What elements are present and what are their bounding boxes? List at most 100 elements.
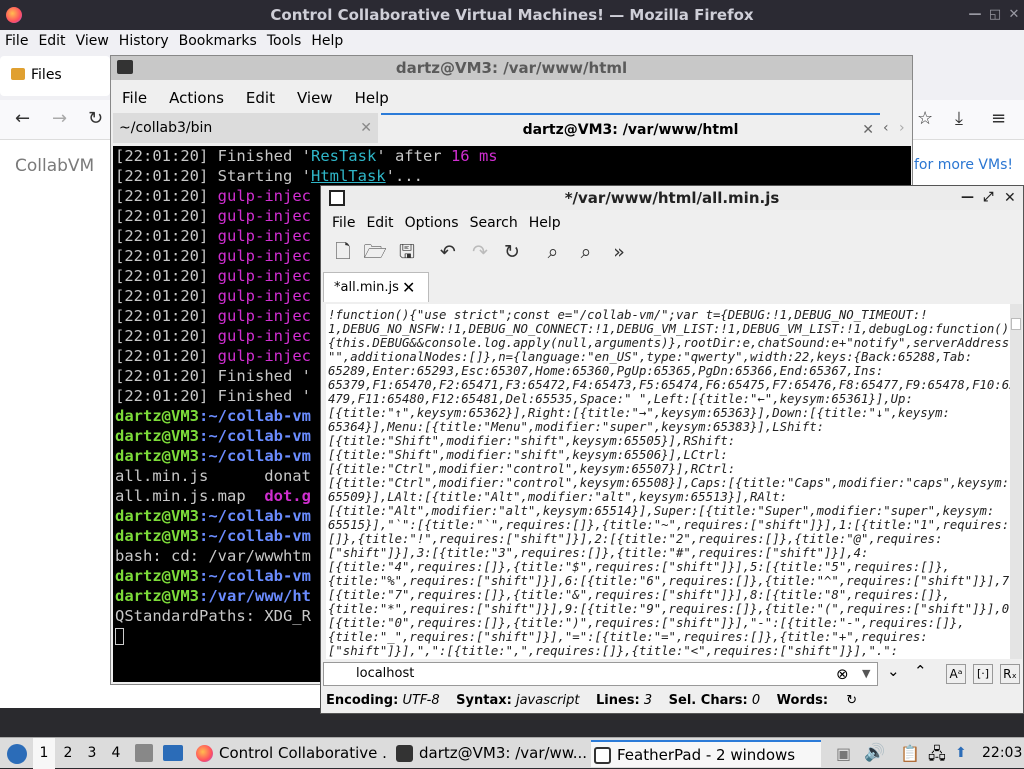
- fp-menu-file[interactable]: File: [321, 212, 355, 234]
- hamburger-menu-icon[interactable]: ≡: [991, 108, 1006, 129]
- menu-help[interactable]: Help: [306, 30, 348, 52]
- code-line: [{title:"Alt",modifier:"alt",keysym:6551…: [328, 504, 995, 518]
- close-tab-icon[interactable]: ✕: [862, 115, 874, 145]
- firefox-icon: [196, 745, 213, 762]
- terminal-tab-1[interactable]: ~/collab3/bin ✕: [113, 113, 378, 143]
- menu-view[interactable]: View: [71, 30, 114, 52]
- close-tab-icon[interactable]: ✕: [402, 273, 415, 303]
- more-vms-link[interactable]: for more VMs!: [914, 157, 1013, 173]
- more-tools-icon[interactable]: »: [607, 240, 631, 264]
- maximize-icon[interactable]: ⤢: [983, 186, 993, 210]
- firefox-tab[interactable]: Files: [0, 56, 110, 96]
- terminal-menu-file[interactable]: File: [111, 84, 158, 112]
- firefox-icon: [6, 7, 22, 23]
- code-editor[interactable]: !function(){"use strict";const e="/colla…: [326, 304, 1010, 659]
- reload-icon[interactable]: ↻: [88, 108, 103, 129]
- open-folder-icon[interactable]: 🗁: [363, 240, 387, 264]
- show-desktop-icon[interactable]: [163, 745, 183, 761]
- code-line: 479,F11:65480,F12:65481,Del:65535,Space:…: [328, 392, 913, 406]
- volume-icon[interactable]: 🔊: [864, 738, 885, 769]
- featherpad-tab[interactable]: *all.min.js ✕: [323, 272, 429, 302]
- reload-icon[interactable]: ↻: [500, 240, 524, 264]
- menu-history[interactable]: History: [114, 30, 174, 52]
- featherpad-titlebar: */var/www/html/all.min.js — ⤢ ✕: [321, 186, 1023, 210]
- workspace-4[interactable]: 4: [106, 738, 126, 769]
- save-icon[interactable]: 🖫: [395, 240, 419, 264]
- featherpad-window-title: */var/www/html/all.min.js: [564, 189, 780, 207]
- redo-icon[interactable]: ↷: [468, 240, 492, 264]
- task-featherpad[interactable]: FeatherPad - 2 windows: [591, 740, 821, 767]
- forward-icon[interactable]: →: [52, 108, 67, 129]
- file-manager-icon[interactable]: [135, 744, 153, 762]
- workspace-2[interactable]: 2: [58, 738, 78, 769]
- back-icon[interactable]: ←: [15, 108, 30, 129]
- task-firefox[interactable]: Control Collaborative ...: [193, 740, 388, 767]
- terminal-tabbar: ~/collab3/bin ✕ dartz@VM3: /var/www/html…: [111, 113, 912, 143]
- undo-icon[interactable]: ↶: [436, 240, 460, 264]
- search-input[interactable]: localhost ⊗ ▼: [323, 662, 878, 686]
- download-icon[interactable]: ⤓: [955, 108, 963, 129]
- updates-icon[interactable]: ⬆: [955, 738, 967, 769]
- maximize-icon[interactable]: ◱: [985, 0, 1005, 30]
- search-history-dropdown-icon[interactable]: ▼: [862, 663, 870, 685]
- whole-word-icon[interactable]: [·]: [973, 664, 993, 684]
- terminal-line: [22:01:20] Starting 'HtmlTask'...: [115, 167, 423, 185]
- menu-edit[interactable]: Edit: [33, 30, 70, 52]
- menu-tools[interactable]: Tools: [262, 30, 307, 52]
- page-brand[interactable]: CollabVM: [15, 156, 94, 176]
- terminal-menu-actions[interactable]: Actions: [158, 84, 235, 112]
- folder-icon: [11, 68, 25, 80]
- close-tab-icon[interactable]: ✕: [360, 113, 372, 143]
- vertical-scrollbar[interactable]: [1010, 304, 1022, 659]
- workspace-1[interactable]: 1: [33, 738, 55, 769]
- terminal-menu-edit[interactable]: Edit: [235, 84, 286, 112]
- fp-menu-options[interactable]: Options: [394, 212, 459, 234]
- menu-bookmarks[interactable]: Bookmarks: [174, 30, 262, 52]
- terminal-menu-view[interactable]: View: [286, 84, 344, 112]
- code-line: [{title:"Ctrl",modifier:"control",keysym…: [328, 462, 736, 476]
- code-line: !function(){"use strict";const e="/colla…: [328, 308, 928, 322]
- terminal-tab-2[interactable]: dartz@VM3: /var/www/html ✕: [381, 113, 880, 143]
- task-label: FeatherPad - 2 windows: [617, 746, 796, 764]
- clear-search-icon[interactable]: ⊗: [836, 663, 849, 685]
- match-case-icon[interactable]: Aᵃ: [946, 664, 966, 684]
- fp-menu-search[interactable]: Search: [459, 212, 518, 234]
- find-icon[interactable]: ⌕: [541, 240, 565, 264]
- minimize-icon[interactable]: —: [965, 0, 985, 30]
- fp-menu-help[interactable]: Help: [518, 212, 561, 234]
- refresh-word-count-icon[interactable]: ↻: [846, 693, 857, 708]
- find-previous-icon[interactable]: ⌃: [914, 662, 927, 680]
- minimize-icon[interactable]: —: [961, 186, 974, 210]
- regex-icon[interactable]: Rₓ: [1000, 664, 1020, 684]
- trash-icon[interactable]: ▣: [836, 738, 851, 769]
- scrollbar-thumb[interactable]: [1011, 318, 1021, 330]
- code-line: 65289,Enter:65293,Esc:65307,Home:65360,P…: [328, 364, 884, 378]
- code-line: {title:"%",requires:["shift"]}],6:[{titl…: [328, 574, 1010, 588]
- clock[interactable]: 22:03: [982, 738, 1022, 769]
- close-icon[interactable]: ✕: [1004, 0, 1024, 30]
- new-file-icon[interactable]: 🗋: [331, 240, 355, 264]
- lines-label: Lines:: [595, 693, 640, 708]
- taskbar: 1 2 3 4 Control Collaborative ... dartz@…: [0, 737, 1024, 769]
- terminal-menu-help[interactable]: Help: [344, 84, 400, 112]
- bookmark-star-icon[interactable]: ☆: [917, 108, 933, 129]
- clear-find-icon[interactable]: ⌕: [574, 240, 598, 264]
- start-menu-icon[interactable]: [7, 744, 27, 764]
- code-line: "",additionalNodes:[]},n={language:"en_U…: [328, 350, 973, 364]
- fp-menu-edit[interactable]: Edit: [355, 212, 393, 234]
- menu-file[interactable]: File: [0, 30, 33, 52]
- code-line: 65509}],LAlt:[{title:"Alt",modifier:"alt…: [328, 490, 788, 504]
- code-line: [{title:"Ctrl",modifier:"control",keysym…: [328, 476, 1010, 490]
- network-icon[interactable]: 🖧: [928, 738, 946, 769]
- featherpad-menubar: File Edit Options Search Help: [321, 212, 1023, 234]
- close-icon[interactable]: ✕: [1004, 186, 1016, 210]
- code-line: []},{title:"!",requires:["shift"]}],2:[{…: [328, 532, 943, 546]
- workspace-3[interactable]: 3: [82, 738, 102, 769]
- clipboard-icon[interactable]: 📋: [900, 738, 920, 769]
- terminal-line: [22:01:20] Finished 'ResTask' after 16 m…: [115, 147, 498, 165]
- code-line: ["shift"]}],3:[{title:"3",requires:[]},{…: [328, 546, 869, 560]
- tab-scroll-right-icon[interactable]: ›: [899, 113, 911, 143]
- task-terminal[interactable]: dartz@VM3: /var/ww...: [393, 740, 588, 767]
- find-next-icon[interactable]: ⌄: [887, 662, 900, 680]
- tab-scroll-left-icon[interactable]: ‹: [883, 113, 895, 143]
